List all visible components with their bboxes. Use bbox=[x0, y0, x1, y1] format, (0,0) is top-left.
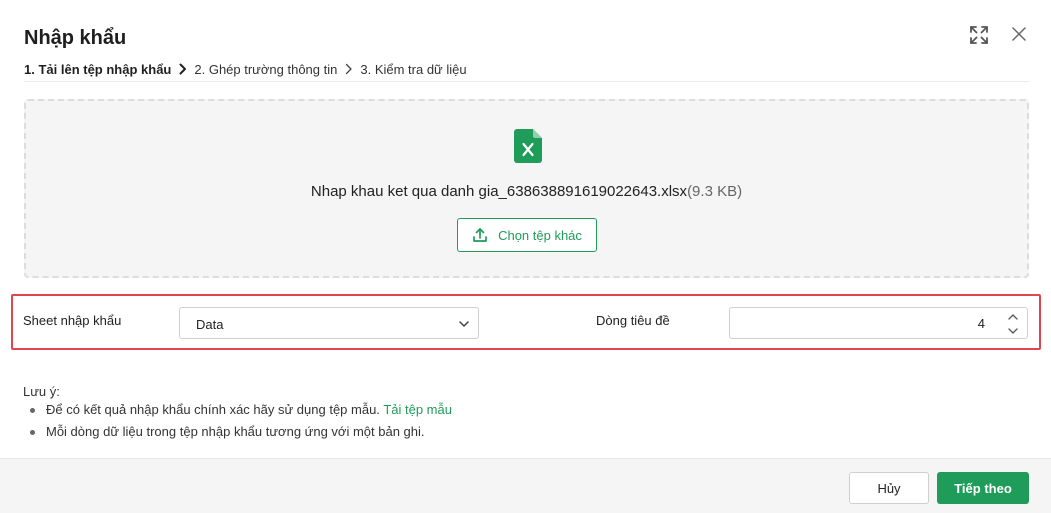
dialog-footer: Hủy Tiếp theo bbox=[0, 458, 1051, 513]
header-divider bbox=[24, 81, 1029, 82]
note-text: Để có kết quả nhập khẩu chính xác hãy sử… bbox=[46, 402, 380, 417]
sheet-select-value: Data bbox=[196, 317, 224, 332]
upload-icon bbox=[473, 228, 487, 242]
header-row-input[interactable] bbox=[731, 309, 995, 337]
dialog-title: Nhập khẩu bbox=[24, 27, 127, 49]
step-upload[interactable]: 1. Tải lên tệp nhập khẩu bbox=[24, 62, 171, 77]
header-row-label: Dòng tiêu đề bbox=[596, 313, 670, 328]
file-size: (9.3 KB) bbox=[687, 183, 743, 200]
uploaded-file-name: Nhap khau ket qua danh gia_6386388916190… bbox=[26, 183, 1027, 200]
step-map-fields[interactable]: 2. Ghép trường thông tin bbox=[194, 62, 337, 77]
choose-another-file-button[interactable]: Chọn tệp khác bbox=[457, 218, 597, 252]
sheet-select[interactable]: Data bbox=[179, 307, 479, 339]
expand-icon[interactable] bbox=[968, 24, 990, 46]
notes-title: Lưu ý: bbox=[23, 384, 60, 399]
download-template-link[interactable]: Tải tệp mẫu bbox=[383, 402, 452, 417]
file-name-text: Nhap khau ket qua danh gia_6386388916190… bbox=[310, 183, 688, 200]
upload-dropzone[interactable]: Nhap khau ket qua danh gia_6386388916190… bbox=[24, 99, 1029, 278]
chevron-up-icon[interactable] bbox=[1007, 312, 1019, 322]
header-row-stepper bbox=[729, 307, 1028, 339]
choose-another-file-label: Chọn tệp khác bbox=[498, 227, 582, 243]
excel-file-icon bbox=[514, 129, 542, 163]
chevron-right-icon bbox=[177, 61, 189, 77]
note-item: Mỗi dòng dữ liệu trong tệp nhập khẩu tươ… bbox=[30, 424, 452, 446]
notes-list: Để có kết quả nhập khẩu chính xác hãy sử… bbox=[30, 402, 452, 446]
next-button[interactable]: Tiếp theo bbox=[937, 472, 1029, 504]
step-breadcrumb: 1. Tải lên tệp nhập khẩu 2. Ghép trường … bbox=[24, 61, 467, 77]
chevron-down-icon bbox=[459, 321, 469, 327]
cancel-button[interactable]: Hủy bbox=[849, 472, 929, 504]
note-text: Mỗi dòng dữ liệu trong tệp nhập khẩu tươ… bbox=[46, 424, 425, 439]
note-item: Để có kết quả nhập khẩu chính xác hãy sử… bbox=[30, 402, 452, 424]
step-check-data[interactable]: 3. Kiểm tra dữ liệu bbox=[360, 62, 466, 77]
close-icon[interactable] bbox=[1009, 24, 1029, 44]
chevron-right-icon bbox=[343, 61, 355, 77]
chevron-down-icon[interactable] bbox=[1007, 326, 1019, 336]
sheet-label: Sheet nhập khẩu bbox=[23, 313, 122, 328]
